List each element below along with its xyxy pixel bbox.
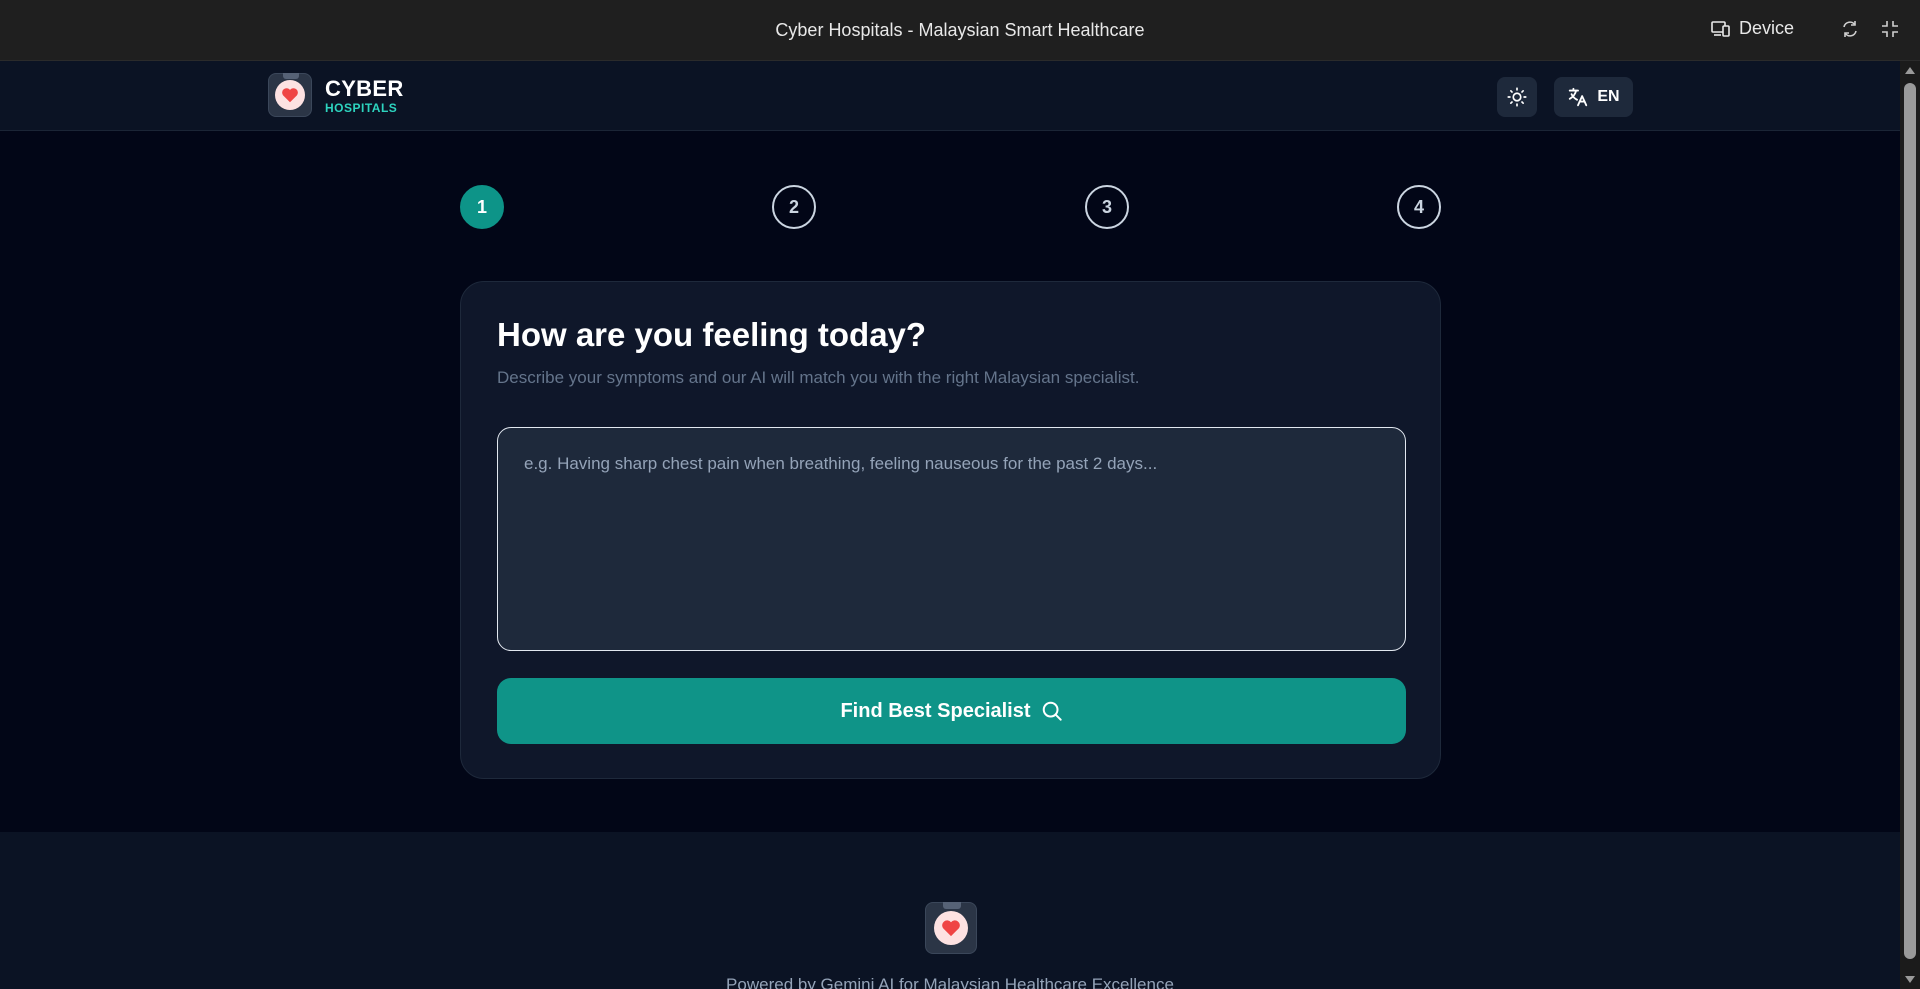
card-subtitle: Describe your symptoms and our AI will m… xyxy=(497,368,1140,387)
brand-primary: CYBER xyxy=(325,76,404,101)
scrollbar-thumb[interactable] xyxy=(1904,83,1916,959)
symptom-card: How are you feeling today? Describe your… xyxy=(460,281,1441,779)
scroll-down-icon[interactable] xyxy=(1905,976,1915,983)
sun-icon xyxy=(1507,87,1527,107)
scroll-up-icon[interactable] xyxy=(1905,67,1915,74)
app-header: CYBER HOSPITALS EN xyxy=(0,61,1900,131)
device-button[interactable]: Device xyxy=(1711,18,1794,39)
brand-name: CYBER HOSPITALS xyxy=(325,76,404,116)
device-icon xyxy=(1711,20,1730,37)
app-viewport: CYBER HOSPITALS EN 1 2 3 4 How are you f… xyxy=(0,61,1900,989)
footer-text: Powered by Gemini AI for Malaysian Healt… xyxy=(726,975,1174,989)
find-specialist-button[interactable]: Find Best Specialist xyxy=(497,678,1406,744)
page-scrollbar[interactable] xyxy=(1900,61,1920,989)
find-specialist-label: Find Best Specialist xyxy=(840,699,1031,722)
step-1: 1 xyxy=(460,185,504,229)
brand-secondary: HOSPITALS xyxy=(325,101,398,115)
footer-logo xyxy=(925,902,977,954)
step-2: 2 xyxy=(772,185,816,229)
heart-icon xyxy=(942,920,960,937)
step-4: 4 xyxy=(1397,185,1441,229)
window-titlebar: Cyber Hospitals - Malaysian Smart Health… xyxy=(0,0,1920,61)
card-title: How are you feeling today? xyxy=(497,316,927,353)
step-3: 3 xyxy=(1085,185,1129,229)
heart-icon xyxy=(282,88,298,103)
language-label: EN xyxy=(1597,88,1620,105)
footer: Powered by Gemini AI for Malaysian Healt… xyxy=(0,832,1900,989)
search-icon xyxy=(1042,701,1062,721)
theme-toggle-button[interactable] xyxy=(1497,77,1537,117)
logo[interactable] xyxy=(268,73,312,117)
fullscreen-icon[interactable] xyxy=(1880,19,1900,39)
language-button[interactable]: EN xyxy=(1554,77,1633,117)
window-title: Cyber Hospitals - Malaysian Smart Health… xyxy=(775,20,1145,40)
translate-icon xyxy=(1569,87,1588,107)
symptom-input[interactable] xyxy=(497,427,1406,651)
rotate-icon[interactable] xyxy=(1840,19,1860,39)
device-label: Device xyxy=(1738,18,1794,38)
